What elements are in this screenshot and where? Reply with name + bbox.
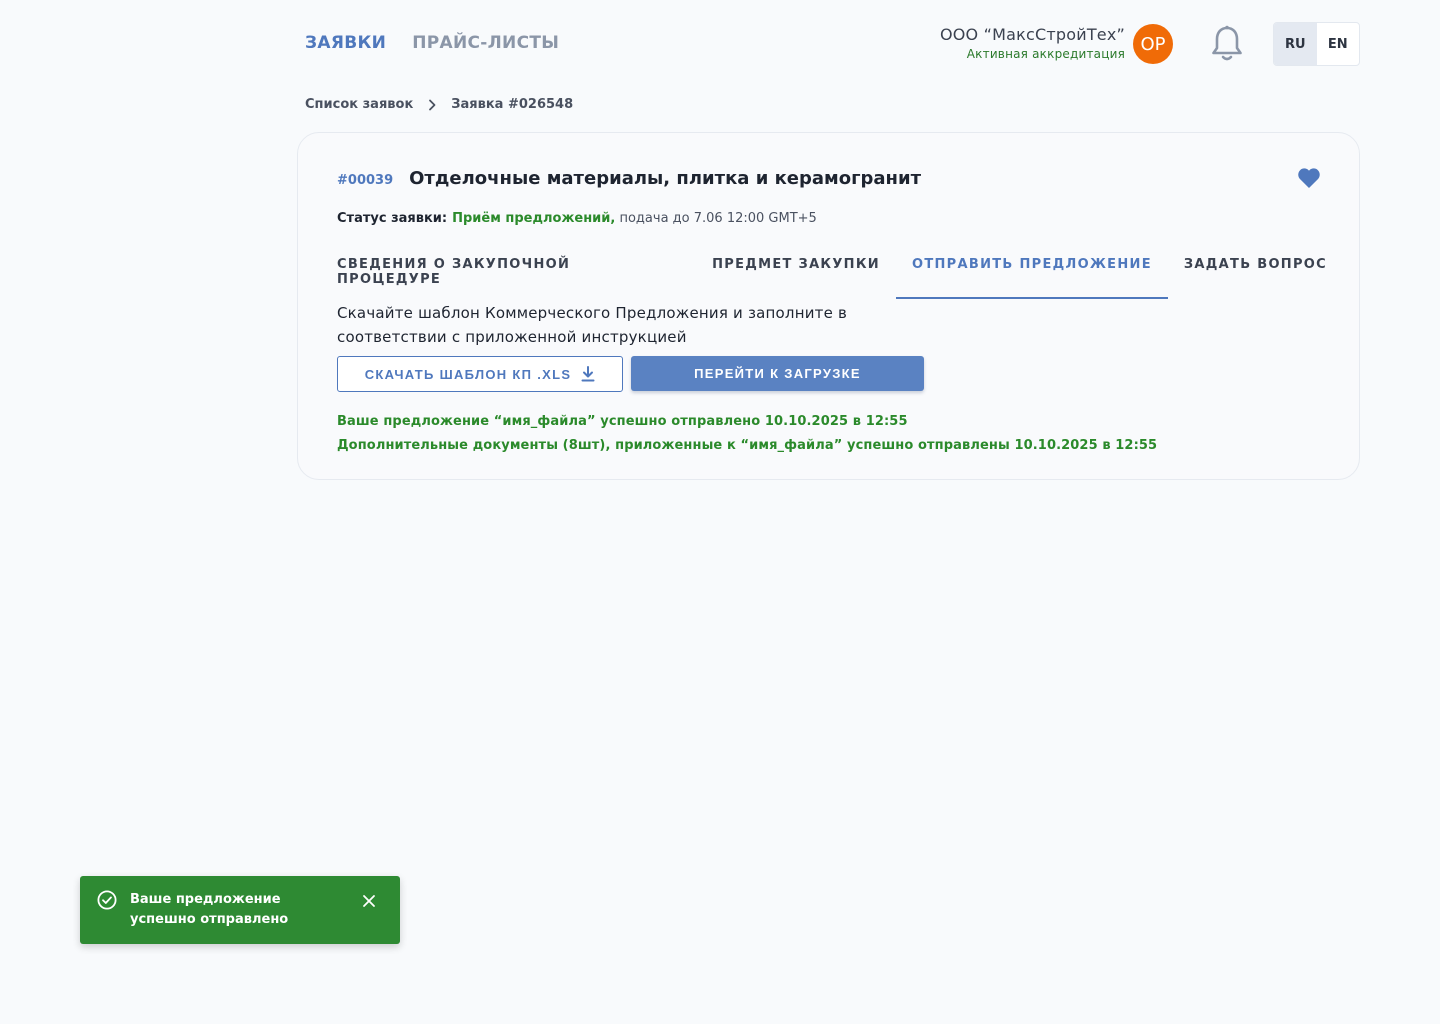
toast-text: Ваше предложение успешно отправлено [130, 892, 289, 927]
language-en-button[interactable]: EN [1317, 23, 1360, 65]
download-template-label: СКАЧАТЬ ШАБЛОН КП .XLS [364, 366, 572, 382]
request-card: #00039 Отделочные материалы, плитка и ке… [297, 132, 1360, 480]
tab-send-offer[interactable]: ОТПРАВИТЬ ПРЕДЛОЖЕНИЕ [895, 251, 1168, 299]
tab-ask-question[interactable]: ЗАДАТЬ ВОПРОС [1184, 251, 1327, 299]
accreditation-status: Активная аккредитация [966, 47, 1125, 61]
request-id: #00039 [337, 173, 394, 188]
close-icon[interactable] [362, 894, 376, 908]
tab-procurement-subject[interactable]: ПРЕДМЕТ ЗАКУПКИ [712, 251, 880, 299]
download-template-button[interactable]: СКАЧАТЬ ШАБЛОН КП .XLS [337, 356, 623, 392]
language-switcher: RU EN [1273, 22, 1360, 66]
avatar[interactable]: OP [1133, 24, 1173, 64]
request-status: Статус заявки: Приём предложений, подача … [337, 211, 817, 226]
nav-item-price-lists[interactable]: ПРАЙС-ЛИСТЫ [412, 33, 559, 53]
top-navigation: ЗАЯВКИ ПРАЙС-ЛИСТЫ [305, 33, 559, 53]
documents-sent-message: Дополнительные документы (8шт), приложен… [337, 438, 1158, 453]
check-circle-icon [97, 890, 117, 910]
request-tabs: СВЕДЕНИЯ О ЗАКУПОЧНОЙ ПРОЦЕДУРЕ ПРЕДМЕТ … [337, 251, 1359, 299]
success-toast: Ваше предложение успешно отправлено [80, 876, 400, 944]
offer-sent-message: Ваше предложение “имя_файла” успешно отп… [337, 414, 908, 429]
breadcrumb-current: Заявка #026548 [451, 97, 574, 112]
organization-info: ООО “МаксСтройТех” Активная аккредитация [940, 24, 1125, 61]
tab-procurement-details[interactable]: СВЕДЕНИЯ О ЗАКУПОЧНОЙ ПРОЦЕДУРЕ [337, 251, 680, 299]
request-title: Отделочные материалы, плитка и керамогра… [409, 168, 922, 189]
nav-item-requests[interactable]: ЗАЯВКИ [305, 33, 386, 53]
bell-icon[interactable] [1210, 25, 1244, 63]
chevron-right-icon [429, 99, 436, 110]
offer-instruction: Скачайте шаблон Коммерческого Предложени… [337, 304, 848, 346]
page: ЗАЯВКИ ПРАЙС-ЛИСТЫ ООО “МаксСтройТех” Ак… [0, 0, 1440, 1024]
download-icon [581, 366, 595, 382]
status-value: Приём предложений, [452, 211, 616, 226]
status-deadline: подача до 7.06 12:00 GMT+5 [615, 211, 817, 226]
language-ru-button[interactable]: RU [1274, 23, 1317, 65]
request-header: #00039 Отделочные материалы, плитка и ке… [337, 168, 921, 189]
organization-name: ООО “МаксСтройТех” [939, 25, 1125, 44]
favorite-heart-icon[interactable] [1297, 167, 1321, 189]
go-to-upload-button[interactable]: ПЕРЕЙТИ К ЗАГРУЗКЕ [631, 356, 924, 391]
status-label: Статус заявки: [337, 211, 448, 226]
breadcrumb: Список заявок Заявка #026548 [305, 97, 573, 112]
breadcrumb-request-list[interactable]: Список заявок [305, 97, 413, 112]
